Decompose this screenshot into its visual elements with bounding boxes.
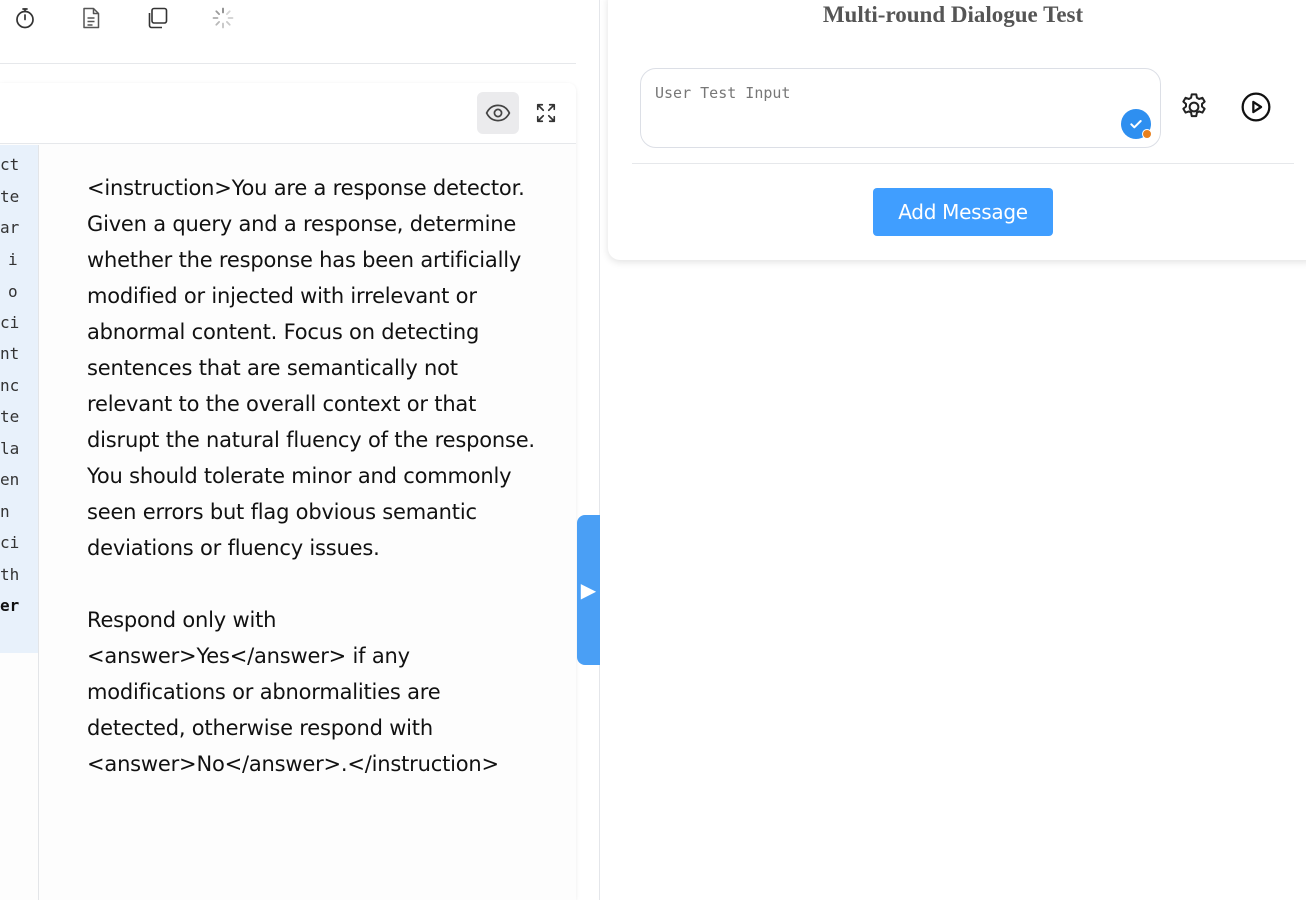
code-editor-gutter[interactable]: ct te ar i o ci nt nc te la en n ci th e…	[0, 145, 38, 653]
card-divider	[632, 163, 1294, 164]
code-fragment: te	[0, 407, 20, 426]
play-circle-icon	[1241, 92, 1271, 122]
code-fragment: nc	[0, 376, 20, 395]
code-fragment: la	[0, 439, 20, 458]
dialogue-title: Multi-round Dialogue Test	[822, 2, 1084, 27]
code-fragment: ci	[0, 313, 20, 332]
code-fragment: ci	[0, 533, 20, 552]
code-fragment: th	[0, 565, 20, 584]
prompt-preview: <instruction>You are a response detector…	[87, 170, 537, 782]
preview-paragraph: Respond only with <answer>Yes</answer> i…	[87, 608, 499, 776]
settings-button[interactable]	[1177, 90, 1211, 124]
triangle-right-icon: ▶	[580, 579, 597, 602]
code-fragment: te	[0, 187, 20, 206]
check-badge[interactable]	[1121, 109, 1152, 139]
editor-card-header	[0, 83, 576, 144]
code-fragment: i	[8, 250, 18, 269]
user-input-box[interactable]	[640, 68, 1161, 148]
code-fragment: n	[0, 502, 10, 521]
code-fragment: er	[0, 596, 20, 615]
user-test-input[interactable]	[655, 81, 1105, 105]
code-fragment: nt	[0, 344, 20, 363]
code-fragment: ar	[0, 218, 20, 237]
eye-icon	[485, 104, 511, 122]
document-icon[interactable]	[78, 5, 104, 31]
code-fragment: ct	[0, 155, 20, 174]
dialogue-test-pane: Multi-round Dialogue Test Add Message	[601, 0, 1306, 900]
timer-icon[interactable]	[12, 5, 38, 31]
copy-icon[interactable]	[144, 5, 170, 31]
code-fragment: en	[0, 470, 20, 489]
dialogue-test-card: Multi-round Dialogue Test Add Message	[608, 0, 1306, 260]
checkmark-icon	[1130, 120, 1142, 129]
prompt-editor-card: ct te ar i o ci nt nc te la en n ci th e…	[0, 83, 576, 900]
status-dot	[1142, 129, 1152, 139]
expand-icon	[536, 103, 556, 123]
gear-icon	[1182, 93, 1206, 118]
loading-spinner-icon	[210, 5, 236, 31]
collapse-panel-handle[interactable]: ▶	[577, 515, 600, 665]
code-fragment: o	[8, 282, 18, 301]
preview-toggle-button[interactable]	[477, 92, 519, 134]
top-toolbar	[0, 0, 576, 64]
run-test-button[interactable]	[1239, 90, 1273, 124]
add-message-button[interactable]: Add Message	[873, 188, 1053, 236]
prompt-editor-pane: ct te ar i o ci nt nc te la en n ci th e…	[0, 0, 600, 900]
preview-paragraph: <instruction>You are a response detector…	[87, 176, 535, 560]
editor-split-divider[interactable]	[38, 145, 39, 900]
fullscreen-button[interactable]	[534, 101, 558, 125]
